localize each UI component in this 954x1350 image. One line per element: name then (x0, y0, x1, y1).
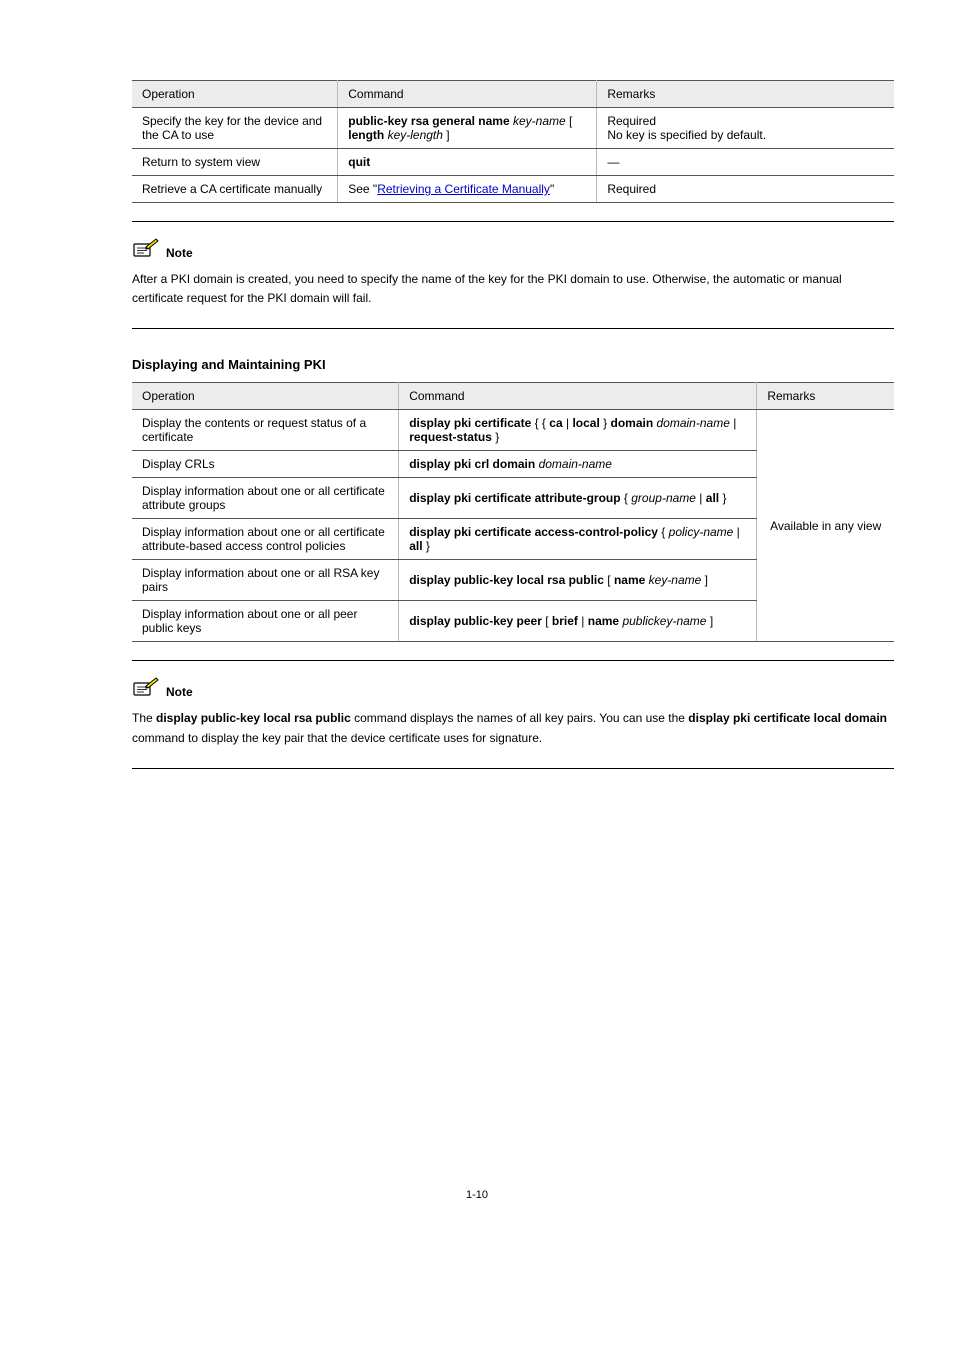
cell: display public-key peer [ brief | name p… (399, 601, 757, 642)
note-text: The display public-key local rsa public … (132, 709, 894, 747)
cell: Specify the key for the device and the C… (132, 108, 338, 149)
table-row: Operation Command Remarks (132, 81, 894, 108)
cell: display pki crl domain domain-name (399, 451, 757, 478)
cell: Display information about one or all cer… (132, 519, 399, 560)
cell: Display information about one or all pee… (132, 601, 399, 642)
table-row: Retrieve a CA certificate manually See "… (132, 176, 894, 203)
col-operation: Operation (132, 383, 399, 410)
cell: See "Retrieving a Certificate Manually" (338, 176, 597, 203)
cell: display pki certificate { { ca | local }… (399, 410, 757, 451)
cell: Display information about one or all cer… (132, 478, 399, 519)
cell: public-key rsa general name key-name [ l… (338, 108, 597, 149)
note-head: Note (132, 675, 894, 699)
note-label: Note (166, 685, 193, 699)
content: Operation Command Remarks Specify the ke… (132, 80, 894, 769)
cell: Required (597, 176, 894, 203)
cell: quit (338, 149, 597, 176)
table-row: Return to system view quit — (132, 149, 894, 176)
cell: Retrieve a CA certificate manually (132, 176, 338, 203)
cell: Display information about one or all RSA… (132, 560, 399, 601)
table-row: Display the contents or request status o… (132, 410, 894, 451)
note-label: Note (166, 246, 193, 260)
cell: display pki certificate access-control-p… (399, 519, 757, 560)
cell: — (597, 149, 894, 176)
col-command: Command (338, 81, 597, 108)
note-box: Note After a PKI domain is created, you … (132, 221, 894, 329)
page-number: 1-10 (60, 1189, 894, 1201)
table-display-commands: Operation Command Remarks Display the co… (132, 382, 894, 642)
note-text: After a PKI domain is created, you need … (132, 270, 894, 308)
table-config-steps: Operation Command Remarks Specify the ke… (132, 80, 894, 203)
col-operation: Operation (132, 81, 338, 108)
note-icon (132, 675, 160, 699)
cell: display pki certificate attribute-group … (399, 478, 757, 519)
cell: Display CRLs (132, 451, 399, 478)
note-box: Note The display public-key local rsa pu… (132, 660, 894, 768)
note-icon (132, 236, 160, 260)
table-row: Operation Command Remarks (132, 383, 894, 410)
cell: Display the contents or request status o… (132, 410, 399, 451)
col-remarks: Remarks (757, 383, 894, 410)
cell: display public-key local rsa public [ na… (399, 560, 757, 601)
note-head: Note (132, 236, 894, 260)
section-heading: Displaying and Maintaining PKI (132, 357, 894, 372)
cell: RequiredNo key is specified by default. (597, 108, 894, 149)
cell: Return to system view (132, 149, 338, 176)
cell-remarks: Available in any view (757, 410, 894, 642)
col-remarks: Remarks (597, 81, 894, 108)
page: Operation Command Remarks Specify the ke… (0, 0, 954, 1261)
table-row: Specify the key for the device and the C… (132, 108, 894, 149)
col-command: Command (399, 383, 757, 410)
